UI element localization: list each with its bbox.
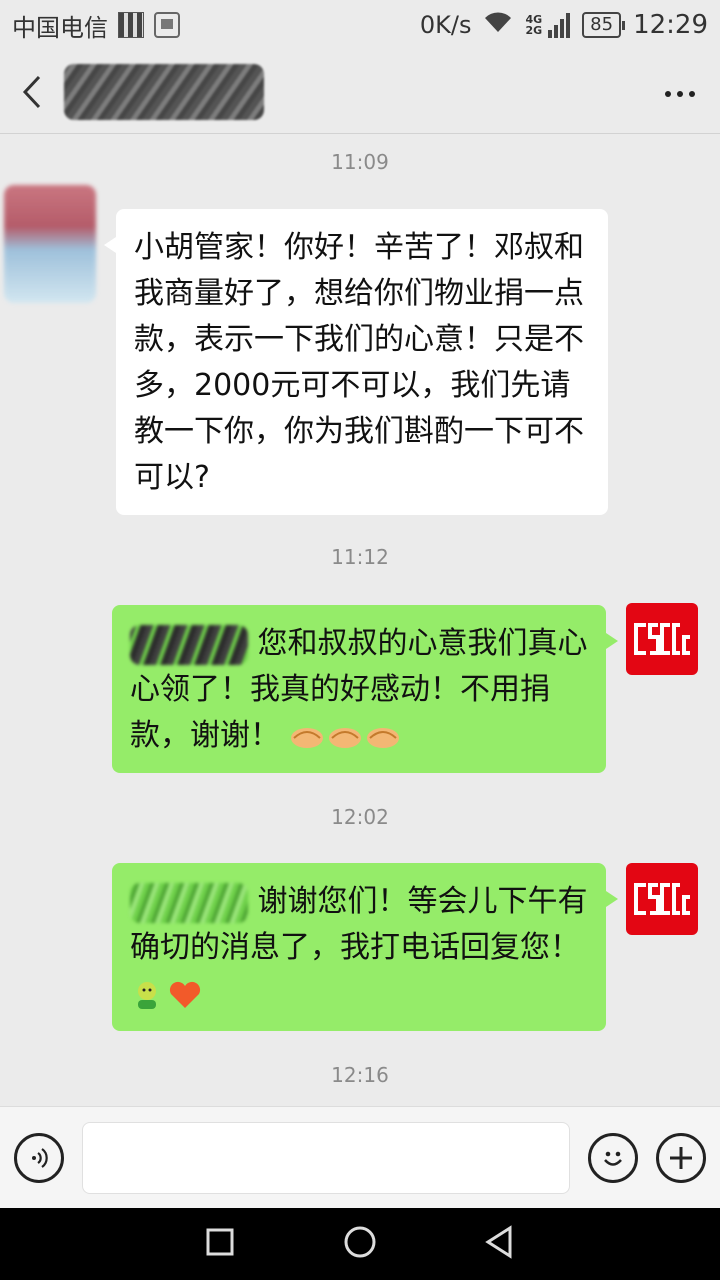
- cscec-logo-icon: [634, 623, 690, 655]
- my-avatar[interactable]: [626, 863, 698, 935]
- contact-name-redacted: [64, 63, 264, 120]
- smiling-face-icon: [130, 976, 168, 1011]
- contact-avatar[interactable]: [4, 185, 96, 303]
- home-button[interactable]: [340, 1222, 380, 1266]
- sim-icon: [118, 12, 144, 38]
- square-icon: [206, 1228, 234, 1256]
- message-input[interactable]: [82, 1121, 570, 1194]
- plus-icon: [670, 1146, 692, 1169]
- battery-icon: 85: [582, 12, 625, 38]
- more-functions-button[interactable]: [656, 1132, 706, 1183]
- heart-icon: [168, 976, 206, 1011]
- message-text: 小胡管家！你好！辛苦了！邓叔和我商量好了，想给你们物业捐一点款，表示一下我们的心…: [134, 230, 584, 495]
- timestamp: 12:02: [331, 805, 389, 829]
- signal-icon: [546, 12, 571, 38]
- voice-button[interactable]: [14, 1132, 64, 1183]
- input-bar: [0, 1106, 720, 1208]
- back-button[interactable]: [0, 50, 64, 134]
- more-options-button[interactable]: [640, 50, 720, 134]
- status-bar: 中国电信 0K/s 4G 2G 85 12:29: [0, 0, 720, 50]
- back-nav-button[interactable]: [480, 1222, 520, 1266]
- network-type: 4G 2G: [525, 13, 543, 37]
- system-nav-bar: [0, 1208, 720, 1280]
- cscec-logo-icon: [634, 883, 690, 915]
- timestamp: 11:09: [331, 150, 389, 174]
- sent-message[interactable]: 谢谢您们！等会儿下午有确切的消息了，我打电话回复您！: [112, 863, 618, 1031]
- clock: 12:29: [633, 10, 708, 40]
- handshake-icon: [328, 718, 366, 753]
- more-dots-icon: [662, 82, 698, 101]
- handshake-icon: [366, 718, 404, 753]
- redacted-text: [130, 882, 248, 923]
- redacted-text: [130, 624, 248, 665]
- wifi-icon: [483, 10, 513, 40]
- net-speed: 0K/s: [419, 11, 472, 39]
- sent-message[interactable]: 您和叔叔的心意我们真心心领了！我真的好感动！不用捐款，谢谢！: [112, 605, 618, 773]
- emoji-icon: [604, 1151, 622, 1166]
- voice-icon: [32, 1147, 48, 1168]
- my-avatar[interactable]: [626, 603, 698, 675]
- timestamp: 12:16: [331, 1063, 389, 1087]
- chevron-left-icon: [22, 75, 41, 108]
- timestamp: 11:12: [331, 545, 389, 569]
- image-notification-icon: [154, 12, 180, 38]
- recents-button[interactable]: [200, 1222, 240, 1266]
- emoji-button[interactable]: [588, 1132, 638, 1183]
- circle-icon: [344, 1226, 376, 1258]
- message-list[interactable]: 11:09 小胡管家！你好！辛苦了！邓叔和我商量好了，想给你们物业捐一点款，表示…: [0, 135, 720, 1106]
- received-message[interactable]: 小胡管家！你好！辛苦了！邓叔和我商量好了，想给你们物业捐一点款，表示一下我们的心…: [104, 209, 608, 515]
- handshake-icon: [290, 718, 328, 753]
- chat-header: [0, 50, 720, 134]
- triangle-back-icon: [485, 1225, 512, 1259]
- carrier-name: 中国电信: [12, 13, 108, 42]
